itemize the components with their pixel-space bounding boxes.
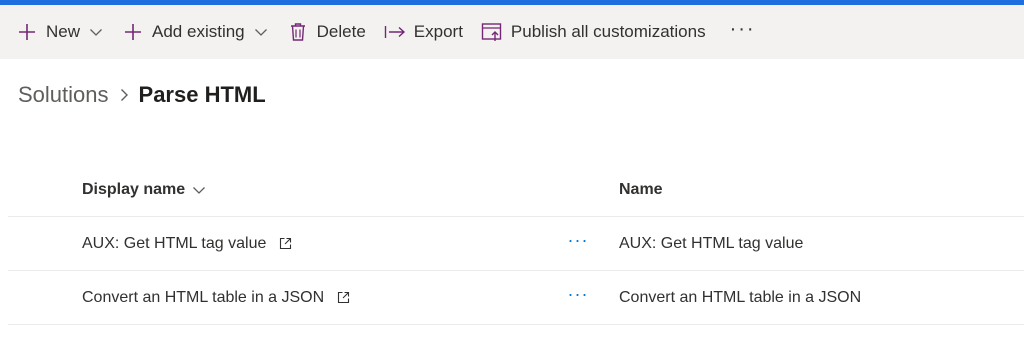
publish-all-button-label: Publish all customizations [510,22,706,41]
publish-all-button[interactable]: Publish all customizations [481,12,716,52]
delete-button-label: Delete [316,22,366,41]
more-dots-icon: ··· [567,230,589,250]
column-header-name-label: Name [619,180,663,198]
chevron-down-icon[interactable] [88,24,104,40]
name-value: Convert an HTML table in a JSON [619,288,862,306]
column-header-name[interactable]: Name [619,163,663,216]
row-more-actions-button[interactable]: ··· [566,271,590,324]
table-row[interactable]: Convert an HTML table in a JSON ··· Conv… [8,271,1024,325]
chevron-down-icon[interactable] [253,24,269,40]
open-in-new-icon[interactable] [336,291,350,305]
add-existing-button-label: Add existing [152,22,245,41]
column-header-display-name-label: Display name [82,180,186,198]
more-dots-icon: ··· [567,284,589,304]
export-button[interactable]: Export [384,12,473,52]
display-name-link[interactable]: AUX: Get HTML tag value [82,235,266,253]
command-bar: New Add existing Delete Export Publish a… [0,5,1024,59]
page-title: Parse HTML [138,82,266,107]
publish-icon [481,21,503,43]
row-more-actions-button[interactable]: ··· [566,217,590,270]
chevron-right-icon [109,83,139,107]
more-commands-button[interactable]: ··· [730,9,766,55]
open-in-new-icon[interactable] [278,237,292,251]
delete-icon [287,21,309,43]
display-name-cell: Convert an HTML table in a JSON [82,271,350,324]
name-cell: Convert an HTML table in a JSON [619,271,861,324]
display-name-link[interactable]: Convert an HTML table in a JSON [82,289,324,307]
add-existing-button[interactable]: Add existing [122,12,279,52]
new-button[interactable]: New [16,12,114,52]
breadcrumb-solutions-link[interactable]: Solutions [18,82,109,108]
components-grid: Display name Name AUX: Get HTML tag valu… [8,163,1024,325]
name-cell: AUX: Get HTML tag value [619,217,803,270]
export-icon [384,21,406,43]
delete-button[interactable]: Delete [287,12,376,52]
breadcrumb: Solutions Parse HTML [18,82,266,108]
add-icon [122,21,144,43]
display-name-cell: AUX: Get HTML tag value [82,217,292,270]
grid-header-row: Display name Name [8,163,1024,217]
table-row[interactable]: AUX: Get HTML tag value ··· AUX: Get HTM… [8,217,1024,271]
name-value: AUX: Get HTML tag value [619,234,804,252]
export-button-label: Export [413,22,463,41]
column-header-display-name[interactable]: Display name [82,163,207,216]
chevron-down-icon [191,182,207,198]
add-icon [16,21,38,43]
new-button-label: New [46,22,81,41]
